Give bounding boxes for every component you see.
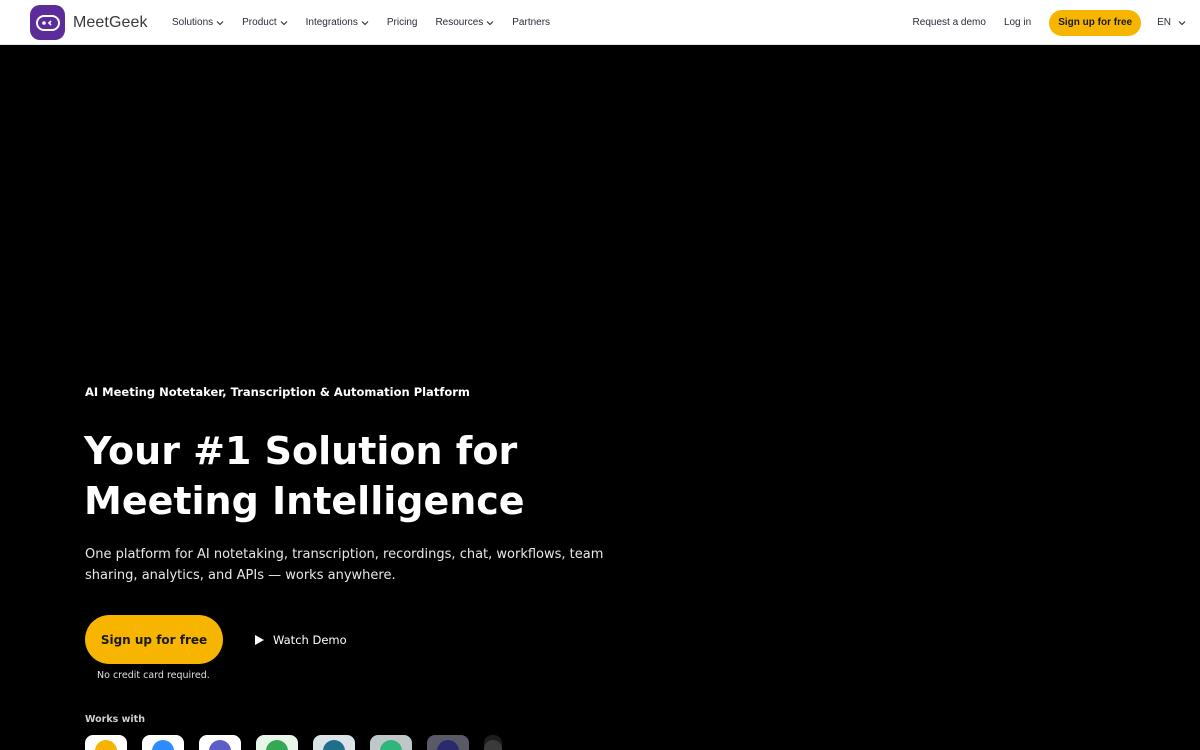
- works-with-label: Works with: [85, 714, 145, 725]
- language-selector[interactable]: EN: [1157, 17, 1186, 28]
- chevron-down-icon: [361, 20, 369, 25]
- integration-tile[interactable]: [427, 735, 469, 750]
- watch-demo-label: Watch Demo: [273, 633, 347, 647]
- hero-headline: Your #1 Solution for Meeting Intelligenc…: [84, 426, 644, 526]
- nav-resources-label: Resources: [435, 17, 484, 28]
- integrations-row: [85, 735, 502, 750]
- google-chat-icon: [266, 740, 288, 750]
- nav-actions: Request a demo Log in Sign up for free E…: [913, 0, 1186, 45]
- more-icon: [484, 740, 502, 750]
- nav-partners[interactable]: Partners: [512, 17, 550, 28]
- play-icon: [255, 635, 264, 645]
- nav-solutions-label: Solutions: [172, 17, 214, 28]
- main-nav: Solutions Product Integrations Pricing R…: [172, 0, 568, 45]
- hero-subtext: One platform for AI notetaking, transcri…: [85, 547, 604, 583]
- hero-eyebrow: AI Meeting Notetaker, Transcription & Au…: [85, 385, 470, 399]
- integration-tile[interactable]: [199, 735, 241, 750]
- nav-product[interactable]: Product: [242, 17, 287, 28]
- chevron-down-icon: [280, 20, 287, 25]
- nav-pricing-label: Pricing: [386, 17, 418, 28]
- nav-integrations[interactable]: Integrations: [306, 17, 369, 28]
- integration-tile[interactable]: [484, 735, 502, 750]
- hero-headline-line2: Meeting Intelligence: [84, 479, 525, 523]
- nav-signup-button[interactable]: Sign up for free: [1049, 9, 1142, 36]
- no-credit-card-note: No credit card required.: [97, 670, 210, 681]
- language-label: EN: [1157, 17, 1171, 28]
- integration-tile[interactable]: [370, 735, 412, 750]
- google-meet-icon: [95, 740, 117, 750]
- hero-signup-button[interactable]: Sign up for free: [85, 615, 223, 664]
- nav-partners-label: Partners: [512, 17, 551, 28]
- watch-demo-button[interactable]: Watch Demo: [253, 630, 347, 650]
- zoom-icon: [152, 740, 174, 750]
- brand-name: MeetGeek: [73, 13, 148, 31]
- nav-solutions[interactable]: Solutions: [172, 17, 224, 28]
- login-link[interactable]: Log in: [1004, 17, 1031, 28]
- request-demo-link[interactable]: Request a demo: [913, 17, 986, 28]
- chevron-down-icon: [216, 20, 224, 25]
- top-navbar: MeetGeek Solutions Product Integrations …: [0, 0, 1200, 45]
- microsoft-teams-icon: [209, 740, 231, 750]
- hubspot-icon: [437, 740, 459, 750]
- chevron-down-icon: [486, 20, 494, 25]
- slack-icon: [380, 740, 402, 750]
- nav-integrations-label: Integrations: [305, 17, 358, 28]
- integration-tile[interactable]: [85, 735, 127, 750]
- integration-tile[interactable]: [142, 735, 184, 750]
- nav-product-label: Product: [242, 17, 277, 28]
- chevron-down-icon: [1178, 20, 1186, 25]
- webex-icon: [323, 740, 345, 750]
- nav-resources[interactable]: Resources: [435, 17, 494, 28]
- meetgeek-logo-icon: [30, 5, 65, 40]
- integration-tile[interactable]: [313, 735, 355, 750]
- integration-tile[interactable]: [256, 735, 298, 750]
- nav-pricing[interactable]: Pricing: [387, 17, 418, 28]
- hero-headline-line1: Your #1 Solution for: [84, 429, 518, 473]
- brand-logo[interactable]: MeetGeek: [30, 5, 148, 40]
